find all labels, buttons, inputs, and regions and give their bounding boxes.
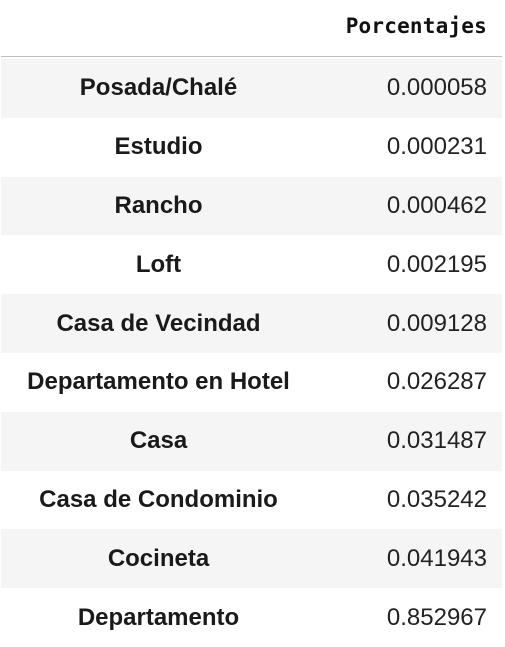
column-header-porcentajes: Porcentajes: [345, 14, 487, 38]
table-row: Estudio 0.000231: [1, 117, 502, 177]
row-value: 0.026287: [386, 368, 487, 396]
row-value: 0.031487: [386, 427, 487, 455]
table-row: Cocineta 0.041943: [1, 529, 502, 589]
table-row: Casa de Condominio 0.035242: [1, 470, 502, 530]
row-index-label: Loft: [135, 250, 182, 278]
table-row: Departamento 0.852967: [1, 588, 502, 647]
row-index-label: Posada/Chalé: [79, 74, 238, 102]
table-row: Casa de Vecindad 0.009128: [1, 294, 502, 353]
row-value: 0.000462: [386, 191, 487, 219]
row-index-label: Casa: [129, 427, 188, 455]
table-row: Loft 0.002195: [1, 235, 502, 295]
row-index-label: Casa de Vecindad: [56, 309, 261, 337]
row-index-label: Rancho: [114, 191, 203, 219]
table-row: Posada/Chalé 0.000058: [1, 59, 502, 118]
row-value: 0.035242: [386, 485, 487, 513]
row-index-label: Estudio: [114, 133, 203, 161]
row-index-label: Departamento en Hotel: [27, 368, 290, 396]
row-index-label: Cocineta: [107, 544, 210, 572]
row-value: 0.000231: [386, 133, 487, 161]
table-row: Departamento en Hotel 0.026287: [1, 352, 502, 412]
index-header: [1, 0, 316, 56]
row-value: 0.009128: [386, 309, 487, 337]
row-value: 0.002195: [386, 250, 487, 278]
row-value: 0.000058: [386, 74, 487, 102]
table-header: Porcentajes: [1, 0, 502, 57]
table-body: Posada/Chalé 0.000058 Estudio 0.000231 R…: [1, 57, 502, 647]
row-value: 0.852967: [386, 603, 487, 631]
dataframe-table: Porcentajes Posada/Chalé 0.000058 Estudi…: [1, 0, 502, 647]
table-row: Casa 0.031487: [1, 411, 502, 471]
row-index-label: Departamento: [77, 603, 240, 631]
table-row: Rancho 0.000462: [1, 176, 502, 236]
row-index-label: Casa de Condominio: [39, 485, 278, 513]
row-value: 0.041943: [386, 544, 487, 572]
